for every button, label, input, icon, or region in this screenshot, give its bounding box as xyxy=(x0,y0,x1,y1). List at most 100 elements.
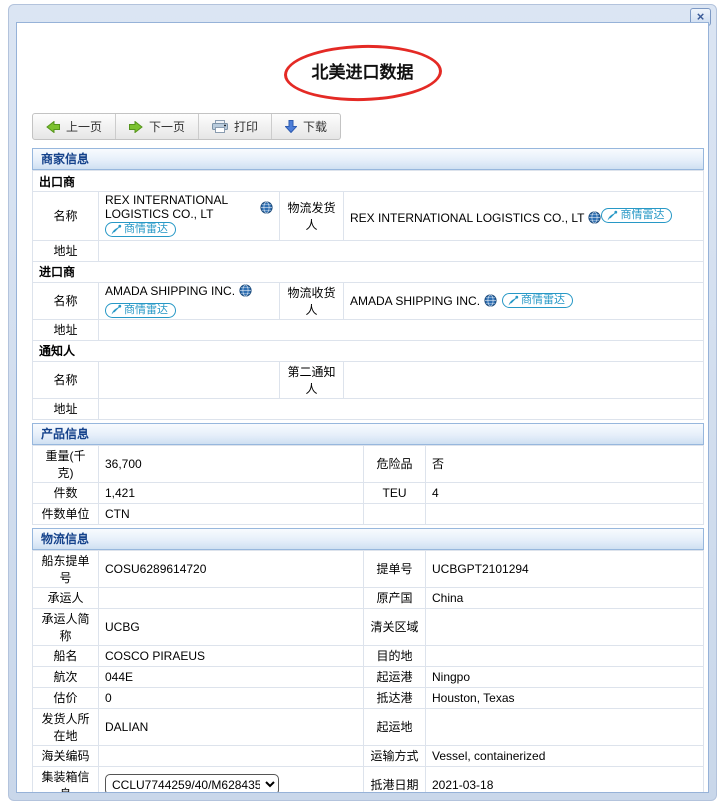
value-content: Ningpo xyxy=(432,670,470,684)
value-text: Vessel, containerized xyxy=(432,748,546,763)
value-content: UCBGPT2101294 xyxy=(432,562,529,576)
value-cell: UCBGPT2101294 xyxy=(425,549,704,588)
download-button[interactable]: 下载 xyxy=(272,114,340,139)
printer-icon xyxy=(212,120,229,133)
value-content: China xyxy=(432,591,463,605)
value-line: 0 xyxy=(105,691,112,705)
value-cell: AMADA SHIPPING INC. 商情雷达 xyxy=(343,281,704,320)
value-text: UCBG xyxy=(105,619,140,634)
value-text: REX INTERNATIONAL LOGISTICS CO., LT xyxy=(105,193,228,221)
globe-icon xyxy=(484,294,497,307)
value-text: China xyxy=(432,590,464,605)
detail-table: 出口商 名称 REX INTERNATIONAL LOGISTICS CO., LT… xyxy=(32,170,704,420)
row-label: 抵港日期 xyxy=(363,765,426,792)
value-text: 0 xyxy=(105,690,112,705)
value-line: REX INTERNATIONAL LOGISTICS CO., LT xyxy=(350,210,602,225)
green-arrow-right-icon xyxy=(129,120,143,133)
table-row: 估价 0 抵达港 Houston, Texas xyxy=(32,686,704,709)
next-page-label: 下一页 xyxy=(149,120,186,134)
value-content: AMADA SHIPPING INC. 商情雷达 xyxy=(105,284,273,318)
value-cell xyxy=(98,318,704,341)
value-cell: China xyxy=(425,586,704,609)
value-cell: COSCO PIRAEUS xyxy=(98,644,364,667)
globe-icon xyxy=(260,200,273,214)
value-cell xyxy=(343,360,704,399)
row-label: 件数单位 xyxy=(32,502,99,525)
value-line: 否 xyxy=(432,455,444,472)
value-content: CTN xyxy=(105,507,130,521)
value-cell xyxy=(98,239,704,262)
value-cell: 1,421 xyxy=(98,481,364,504)
radar-button[interactable]: 商情雷达 xyxy=(601,208,673,223)
value-text: COSU6289614720 xyxy=(105,561,207,576)
value-cell xyxy=(425,707,704,746)
value-text: 044E xyxy=(105,669,134,684)
sections-container: 商家信息 出口商 名称 REX INTERNATIONAL LOGISTICS CO.… xyxy=(32,148,704,792)
value-cell: DALIAN xyxy=(98,707,364,746)
green-arrow-left-icon xyxy=(46,120,60,133)
radar-button[interactable]: 商情雷达 xyxy=(105,222,176,237)
value-text: REX INTERNATIONAL LOGISTICS CO., LT xyxy=(350,210,585,225)
value-line: 36,700 xyxy=(105,457,142,471)
value-text: 2021-03-18 xyxy=(432,777,494,792)
prev-page-button[interactable]: 上一页 xyxy=(33,114,117,139)
row-label: 物流发货人 xyxy=(279,191,344,241)
value-content: Vessel, containerized xyxy=(432,749,545,763)
row-label: 地址 xyxy=(32,397,99,420)
value-cell: UCBG xyxy=(98,607,364,646)
value-cell: Houston, Texas xyxy=(425,686,704,709)
table-row: 名称 REX INTERNATIONAL LOGISTICS CO., LT 商情雷… xyxy=(32,191,704,241)
value-text: COSCO PIRAEUS xyxy=(105,648,206,663)
table-row: 地址 xyxy=(32,318,704,341)
value-line: 4 xyxy=(432,486,439,500)
row-label: 承运人 xyxy=(32,586,99,609)
value-line: 1,421 xyxy=(105,486,135,500)
value-text: CTN xyxy=(105,506,130,521)
container-info-select[interactable]: CCLU7744259/40/M628435 xyxy=(105,774,279,792)
row-label: 提单号 xyxy=(363,549,426,588)
table-row: 地址 xyxy=(32,239,704,262)
value-cell xyxy=(425,502,704,525)
value-cell xyxy=(98,586,364,609)
value-line: UCBGPT2101294 xyxy=(432,562,529,576)
row-label: 第二通知人 xyxy=(279,360,344,399)
radar-button-label: 商情雷达 xyxy=(620,209,665,221)
value-line: Vessel, containerized xyxy=(432,749,545,763)
radar-button[interactable]: 商情雷达 xyxy=(502,293,574,308)
table-row: 通知人 xyxy=(32,339,704,362)
value-cell: COSU6289614720 xyxy=(98,549,364,588)
radar-button[interactable]: 商情雷达 xyxy=(105,302,176,318)
value-cell: REX INTERNATIONAL LOGISTICS CO., LT 商情雷达 xyxy=(98,191,280,241)
row-label: 承运人简称 xyxy=(32,607,99,646)
value-line: DALIAN xyxy=(105,720,148,734)
row-label: 起运港 xyxy=(363,665,426,688)
row-label: 抵达港 xyxy=(363,686,426,709)
table-row: 出口商 xyxy=(32,170,704,192)
value-text: AMADA SHIPPING INC. xyxy=(105,283,236,298)
section: 商家信息 出口商 名称 REX INTERNATIONAL LOGISTICS CO.… xyxy=(32,148,704,420)
row-label: 重量(千克) xyxy=(32,444,99,483)
print-button[interactable]: 打印 xyxy=(199,114,273,139)
radar-icon xyxy=(606,210,618,222)
value-content: REX INTERNATIONAL LOGISTICS CO., LT 商情雷达 xyxy=(350,207,697,225)
value-content: 1,421 xyxy=(105,486,135,500)
value-text: 36,700 xyxy=(105,456,142,471)
value-content: DALIAN xyxy=(105,720,148,734)
value-line: AMADA SHIPPING INC. xyxy=(105,284,252,298)
radar-icon xyxy=(507,295,519,307)
radar-button-label: 商情雷达 xyxy=(521,294,566,306)
value-line: Ningpo xyxy=(432,670,470,684)
section-header: 产品信息 xyxy=(32,422,704,445)
print-label: 打印 xyxy=(234,120,259,134)
value-text: DALIAN xyxy=(105,719,149,734)
section: 产品信息 重量(千克) 36,700 危险品否件数 1,421 TEU 4 件数单位 CTN xyxy=(32,422,704,525)
value-cell xyxy=(98,397,704,420)
section-header: 商家信息 xyxy=(32,148,704,170)
row-label: 目的地 xyxy=(363,644,426,667)
value-cell: 否 xyxy=(425,444,704,483)
value-cell xyxy=(98,744,364,767)
dialog-window: × 北美进口数据 上一页 下一页 打印 下载 商家信息 出口商 名称 REX I… xyxy=(8,4,717,801)
row-label: 海关编码 xyxy=(32,744,99,767)
value-line: 2021-03-18 xyxy=(432,778,493,792)
next-page-button[interactable]: 下一页 xyxy=(116,114,200,139)
